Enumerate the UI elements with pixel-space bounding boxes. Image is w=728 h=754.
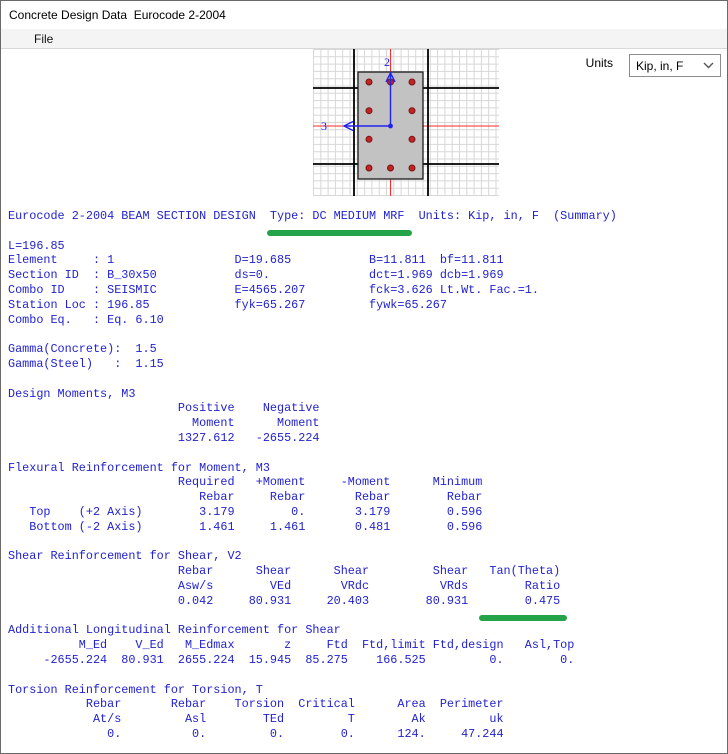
units-dropdown[interactable]: Kip, in, F (629, 54, 721, 77)
app-window: Concrete Design Data Eurocode 2-2004 Fil… (0, 0, 728, 754)
rebar-dot (366, 79, 372, 85)
menubar: File (1, 29, 727, 49)
units-label: Units (586, 56, 613, 70)
chevron-down-icon (703, 62, 714, 69)
report-wrap: Eurocode 2-2004 BEAM SECTION DESIGN Type… (1, 209, 728, 742)
axis-2-label: 2 (384, 55, 390, 69)
rebar-dot (388, 165, 394, 171)
rebar-dot (409, 108, 415, 114)
rebar-dot (409, 165, 415, 171)
rebar-dot (366, 136, 372, 142)
rebar-dot (409, 136, 415, 142)
section-center-dot (388, 124, 393, 129)
highlight-underline (267, 230, 411, 236)
window-title: Concrete Design Data Eurocode 2-2004 (9, 8, 226, 22)
client-area: 2 3 Units Kip, in, F Eurocode 2-2004 BEA… (1, 49, 727, 753)
rebar-dot (409, 79, 415, 85)
units-value: Kip, in, F (636, 59, 703, 73)
rebar-dot (366, 108, 372, 114)
titlebar: Concrete Design Data Eurocode 2-2004 (1, 1, 727, 29)
menu-item-file[interactable]: File (26, 30, 61, 48)
rebar-dot (366, 165, 372, 171)
highlight-underline (479, 615, 568, 621)
section-sketch: 2 3 (313, 49, 499, 196)
design-report: Eurocode 2-2004 BEAM SECTION DESIGN Type… (1, 209, 728, 742)
axis-3-label: 3 (321, 119, 327, 133)
